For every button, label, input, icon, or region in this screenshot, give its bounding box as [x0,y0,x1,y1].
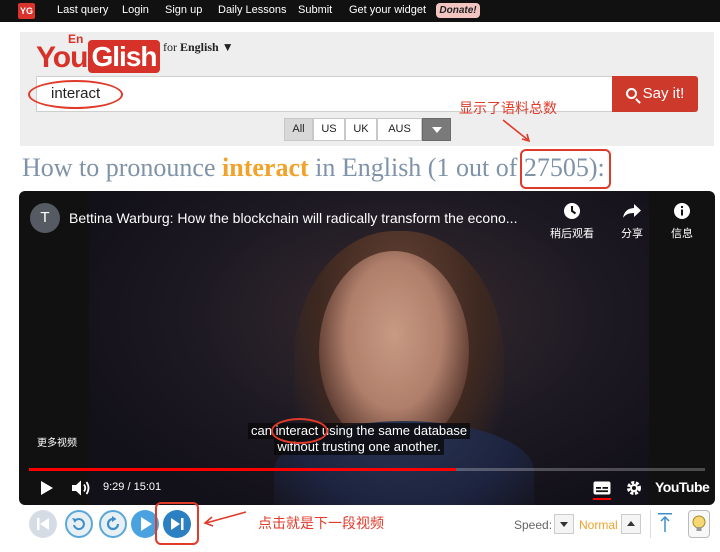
clock-icon [544,201,600,223]
video-player[interactable]: T Bettina Warburg: How the blockchain wi… [19,191,715,505]
page-title: How to pronounce interact in English (1 … [22,153,605,183]
annotation-arrow-icon [203,511,247,527]
play-button[interactable] [40,480,54,501]
replay-button[interactable] [99,510,127,538]
annotation-next-note: 点击就是下一段视频 [258,516,384,532]
more-videos-button[interactable]: 更多视频 [37,434,77,449]
accent-us-button[interactable]: US [313,118,345,141]
video-title[interactable]: Bettina Warburg: How the blockchain will… [69,210,549,226]
say-it-button[interactable]: Say it! [612,76,698,112]
say-it-label: Say it! [642,85,685,102]
title-middle: in English (1 out of [315,153,518,182]
accent-more-dropdown[interactable] [422,118,451,141]
annotation-corpus-note: 显示了语料总数 [459,101,557,117]
chevron-down-icon: ▼ [221,40,234,54]
nav-login[interactable]: Login [122,4,149,16]
caption-after: using the same database [321,423,468,438]
language-value: English [180,40,219,54]
speed-down-button[interactable] [554,514,574,534]
share-icon [604,201,660,223]
yg-logo[interactable]: YG [18,3,35,19]
watch-later-label: 稍后观看 [550,227,594,240]
slow-replay-icon [72,518,85,531]
speed-up-button[interactable] [621,514,641,534]
progress-fill [29,468,457,471]
annotation-caption-circle [271,418,328,444]
annotation-arrow-icon [502,119,531,143]
annotation-next-box [155,502,199,545]
share-label: 分享 [621,227,643,240]
info-icon [654,201,710,223]
nav-last-query[interactable]: Last query [57,4,108,16]
language-prefix: for [163,40,177,54]
skip-back-icon [37,518,49,530]
search-icon [625,88,637,99]
nav-submit[interactable]: Submit [298,4,332,16]
time-display: 9:29 / 15:01 [103,481,162,493]
volume-button[interactable] [71,479,91,502]
repeat-slow-button[interactable] [65,510,93,538]
lightbulb-icon [692,515,706,531]
speed-value: Normal [579,518,618,532]
settings-button[interactable] [625,479,643,502]
logo-you: You [36,41,88,74]
title-prefix: How to pronounce [22,153,216,182]
scroll-top-button[interactable] [655,512,675,539]
replay-icon [106,516,120,531]
info-label: 信息 [671,227,693,240]
gear-icon [627,481,641,495]
play-icon [41,481,53,495]
search-panel: You En Glish for English ▼ interact Say … [20,32,714,146]
accent-aus-button[interactable]: AUS [377,118,422,141]
caption-before: can [251,423,272,438]
arrow-up-icon [658,513,672,532]
language-selector[interactable]: for English ▼ [163,40,234,55]
donate-button[interactable]: Donate! [436,3,480,18]
logo-en: En [68,32,84,46]
top-nav: YG Last query Login Sign up Daily Lesson… [0,0,720,22]
subtitles-icon [593,481,611,495]
annotation-search-circle [28,80,123,109]
volume-icon [72,480,90,496]
nav-sign-up[interactable]: Sign up [165,4,202,16]
nav-daily-lessons[interactable]: Daily Lessons [218,4,286,16]
channel-avatar[interactable]: T [30,203,60,233]
tips-button[interactable] [688,510,710,538]
annotation-total-box [520,149,611,189]
accent-uk-button[interactable]: UK [345,118,377,141]
info-button[interactable]: 信息 [654,201,710,241]
nav-get-widget[interactable]: Get your widget [349,4,426,16]
youtube-logo[interactable]: YouTube [655,479,710,495]
logo-glish: Glish [88,40,160,73]
watch-later-button[interactable]: 稍后观看 [544,201,600,241]
first-clip-button[interactable] [29,510,57,538]
caret-down-icon [560,522,568,527]
caret-up-icon [627,521,635,526]
title-word: interact [222,153,309,182]
share-button[interactable]: 分享 [604,201,660,241]
accent-all-button[interactable]: All [284,118,313,141]
speed-label: Speed: [514,518,553,532]
progress-bar[interactable] [29,468,705,471]
subtitles-button[interactable] [593,481,611,500]
